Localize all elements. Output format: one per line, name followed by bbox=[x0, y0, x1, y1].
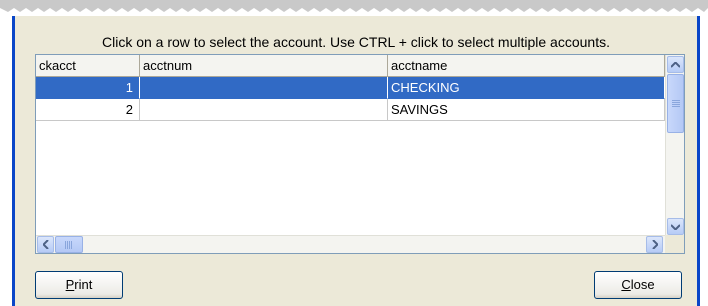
print-label: rint bbox=[74, 277, 93, 292]
column-header-ckacct[interactable]: ckacct bbox=[36, 55, 140, 77]
horizontal-scrollbar[interactable] bbox=[36, 235, 665, 253]
print-mnemonic: P bbox=[65, 277, 75, 292]
cell-acctname: CHECKING bbox=[388, 77, 665, 99]
cell-acctnum bbox=[140, 99, 388, 121]
scroll-right-button[interactable] bbox=[646, 236, 663, 253]
grip-icon bbox=[65, 241, 73, 249]
up-arrow-icon bbox=[670, 61, 681, 68]
close-label: lose bbox=[630, 277, 655, 292]
vertical-scrollbar[interactable] bbox=[665, 55, 684, 237]
table-row[interactable]: 2 SAVINGS bbox=[36, 99, 665, 121]
table-row[interactable]: 1 CHECKING bbox=[36, 77, 665, 99]
down-arrow-icon bbox=[670, 224, 681, 231]
cell-ckacct: 1 bbox=[36, 77, 140, 99]
left-arrow-icon bbox=[41, 239, 49, 250]
instruction-text: Click on a row to select the account. Us… bbox=[102, 34, 610, 50]
cell-ckacct: 2 bbox=[36, 99, 140, 121]
column-header-acctname[interactable]: acctname bbox=[388, 55, 665, 77]
close-button[interactable]: Close bbox=[594, 271, 682, 299]
scroll-down-button[interactable] bbox=[667, 218, 684, 235]
print-button[interactable]: Print bbox=[35, 271, 123, 299]
right-arrow-icon bbox=[651, 239, 659, 250]
account-select-dialog: Click on a row to select the account. Us… bbox=[12, 16, 700, 306]
column-header-acctnum[interactable]: acctnum bbox=[140, 55, 388, 77]
cell-acctname: SAVINGS bbox=[388, 99, 665, 121]
grid-body: 1 CHECKING 2 SAVINGS bbox=[36, 77, 665, 121]
scroll-left-button[interactable] bbox=[37, 236, 54, 253]
grid-header: ckacct acctnum acctname bbox=[36, 55, 665, 77]
scroll-up-button[interactable] bbox=[667, 56, 684, 73]
horizontal-scroll-thumb[interactable] bbox=[55, 236, 83, 253]
scrollbar-corner bbox=[665, 235, 684, 253]
grip-icon bbox=[672, 100, 680, 107]
cell-acctnum bbox=[140, 77, 388, 99]
vertical-scroll-thumb[interactable] bbox=[667, 74, 684, 133]
close-mnemonic: C bbox=[621, 277, 631, 292]
accounts-grid[interactable]: ckacct acctnum acctname 1 CHECKING 2 SAV… bbox=[35, 54, 685, 254]
